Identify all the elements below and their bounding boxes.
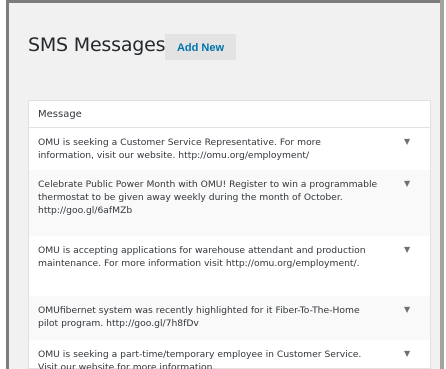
table-row[interactable]: OMU is seeking a Customer Service Repres…: [29, 128, 430, 170]
message-text: OMU is seeking a Customer Service Repres…: [38, 137, 321, 161]
expand-row-icon[interactable]: ▼: [404, 137, 410, 146]
expand-row-icon[interactable]: ▼: [404, 245, 410, 254]
message-text: OMUfibernet system was recently highligh…: [38, 305, 360, 329]
message-text: Celebrate Public Power Month with OMU! R…: [38, 179, 378, 216]
table-row[interactable]: OMU is accepting applications for wareho…: [29, 236, 430, 296]
window-frame-right: [440, 0, 444, 369]
table-header: Message: [29, 101, 430, 128]
expand-row-icon[interactable]: ▼: [404, 179, 410, 188]
expand-row-icon[interactable]: ▼: [404, 305, 410, 314]
table-row[interactable]: OMUfibernet system was recently highligh…: [29, 296, 430, 340]
expand-row-icon[interactable]: ▼: [404, 349, 410, 358]
add-new-button[interactable]: Add New: [165, 34, 236, 60]
table-row[interactable]: OMU is seeking a part-time/temporary emp…: [29, 340, 430, 369]
message-text: OMU is accepting applications for wareho…: [38, 245, 366, 269]
messages-table: Message OMU is seeking a Customer Servic…: [28, 100, 431, 369]
screenshot: SMS Messages Add New Message OMU is seek…: [0, 0, 446, 369]
message-text: OMU is seeking a part-time/temporary emp…: [38, 349, 362, 369]
column-header-message[interactable]: Message: [38, 109, 82, 120]
table-row[interactable]: Celebrate Public Power Month with OMU! R…: [29, 170, 430, 236]
page-title: SMS Messages: [28, 34, 166, 56]
